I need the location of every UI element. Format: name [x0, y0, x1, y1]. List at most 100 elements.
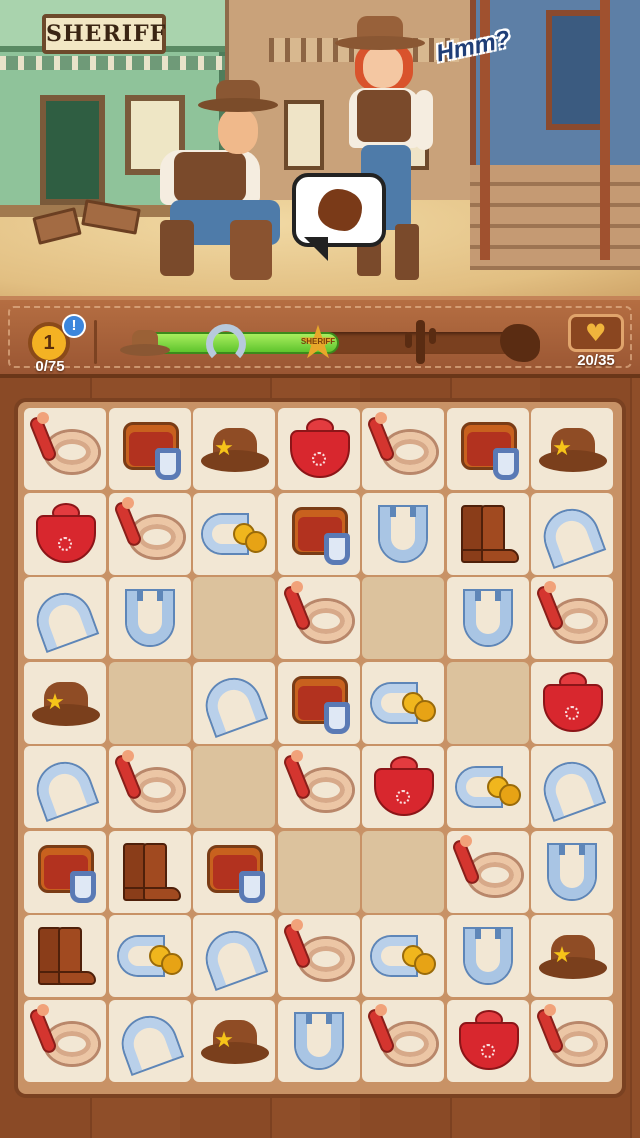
spur-icon — [362, 662, 444, 744]
lasso-rope-icon — [109, 746, 191, 828]
board-tile[interactable] — [362, 408, 444, 490]
board-tile[interactable] — [362, 915, 444, 997]
alert-icon[interactable]: ! — [62, 314, 86, 338]
board-tile[interactable] — [362, 999, 444, 1082]
broken-planks — [32, 199, 145, 245]
board-tile[interactable]: ★ — [193, 408, 275, 490]
board-tile[interactable] — [108, 830, 191, 913]
horseshoe-icon — [447, 915, 529, 997]
board-tile[interactable] — [24, 577, 106, 659]
sheriff-door — [40, 95, 105, 205]
saddle-icon — [447, 408, 529, 490]
horseshoe-icon — [278, 1000, 360, 1082]
board-tile[interactable] — [108, 408, 191, 490]
board-tile[interactable] — [446, 492, 529, 575]
wooden-stairs — [470, 165, 640, 270]
board-tile[interactable] — [108, 915, 191, 997]
board-tile[interactable] — [277, 746, 360, 828]
board-tile[interactable] — [277, 577, 360, 659]
board-tile[interactable] — [24, 746, 106, 828]
bandana-icon — [362, 746, 444, 828]
board-tile[interactable] — [362, 661, 444, 744]
horseshoe-icon — [531, 831, 613, 913]
board-tile[interactable] — [531, 492, 613, 575]
empty-tile — [362, 577, 444, 659]
board-tile[interactable] — [362, 746, 444, 828]
board-tile[interactable]: ★ — [193, 999, 275, 1082]
board-tile[interactable] — [193, 661, 275, 744]
board-tile[interactable] — [24, 915, 106, 997]
board-tile[interactable] — [24, 830, 106, 913]
saddle-icon — [278, 662, 360, 744]
bandana-icon — [278, 408, 360, 490]
board-tile[interactable] — [446, 999, 529, 1082]
board-tile[interactable] — [362, 492, 444, 575]
lasso-rope-icon — [531, 577, 613, 659]
horseshoe-icon — [109, 577, 191, 659]
cowboy-hat-icon: ★ — [531, 408, 613, 490]
board-tile[interactable] — [531, 577, 613, 659]
cactus-icon — [403, 320, 437, 364]
board-tile[interactable] — [24, 999, 106, 1082]
lasso-rope-icon — [362, 408, 444, 490]
board-tile[interactable] — [193, 830, 275, 913]
board-tile[interactable] — [277, 492, 360, 575]
silver-horseshoe-icon — [193, 662, 275, 744]
board-tile[interactable] — [24, 492, 106, 575]
board-tile[interactable] — [531, 999, 613, 1082]
spur-icon — [362, 915, 444, 997]
saddle-icon — [193, 831, 275, 913]
bandana-icon — [447, 1000, 529, 1082]
lasso-rope-icon — [24, 408, 106, 490]
horseshoe-icon — [206, 324, 246, 364]
board-tile[interactable]: ★ — [24, 661, 106, 744]
cowboy-boots-icon — [447, 493, 529, 575]
lasso-rope-icon — [109, 493, 191, 575]
silver-horseshoe-icon — [193, 915, 275, 997]
moves-counter: 0/75 — [35, 358, 65, 375]
lasso-rope-icon — [447, 831, 529, 913]
board-tile[interactable] — [193, 915, 275, 997]
board-tile[interactable] — [277, 999, 360, 1082]
bandana-icon — [24, 493, 106, 575]
spur-icon — [447, 746, 529, 828]
board-tile[interactable] — [446, 408, 529, 490]
spur-icon — [109, 915, 191, 997]
spur-icon — [193, 493, 275, 575]
speech-bubble — [292, 173, 386, 261]
board-tile[interactable] — [108, 999, 191, 1082]
badge-label: SHERIFF — [300, 337, 336, 346]
board-tile[interactable] — [108, 746, 191, 828]
board-tile[interactable] — [277, 408, 360, 490]
board-tile[interactable] — [108, 492, 191, 575]
board-tile[interactable] — [446, 915, 529, 997]
board-tile[interactable] — [446, 746, 529, 828]
empty-tile — [277, 830, 360, 913]
board-tile[interactable] — [531, 830, 613, 913]
collection-book-icon[interactable]: ♥ — [568, 314, 624, 352]
cowboy-hat-icon: ★ — [193, 408, 275, 490]
horseshoe-icon — [362, 493, 444, 575]
board-tile[interactable] — [531, 661, 613, 744]
board-tile[interactable]: ★ — [531, 408, 613, 490]
silver-horseshoe-icon — [109, 1000, 191, 1082]
board-tile[interactable] — [446, 577, 529, 659]
board-tile[interactable] — [446, 830, 529, 913]
lasso-rope-icon — [24, 1000, 106, 1082]
bandana-icon — [531, 662, 613, 744]
cowboy-hat-icon: ★ — [531, 915, 613, 997]
board-tile[interactable] — [24, 408, 106, 490]
saddle-icon — [278, 493, 360, 575]
sheriff-badge-icon: ★ SHERIFF — [297, 315, 339, 369]
cowboy-hat-icon — [120, 328, 170, 358]
cowboy-hat-icon: ★ — [193, 1000, 275, 1082]
board-tile[interactable] — [531, 746, 613, 828]
board-tile[interactable]: ★ — [531, 915, 613, 997]
progress-bar-panel: 1 ! 0/75 ★ SHERIFF ♥ 20/35 — [0, 296, 640, 378]
saddle-icon — [24, 831, 106, 913]
silver-horseshoe-icon — [24, 746, 106, 828]
board-tile[interactable] — [193, 492, 275, 575]
board-tile[interactable] — [277, 661, 360, 744]
board-tile[interactable] — [108, 577, 191, 659]
board-tile[interactable] — [277, 915, 360, 997]
